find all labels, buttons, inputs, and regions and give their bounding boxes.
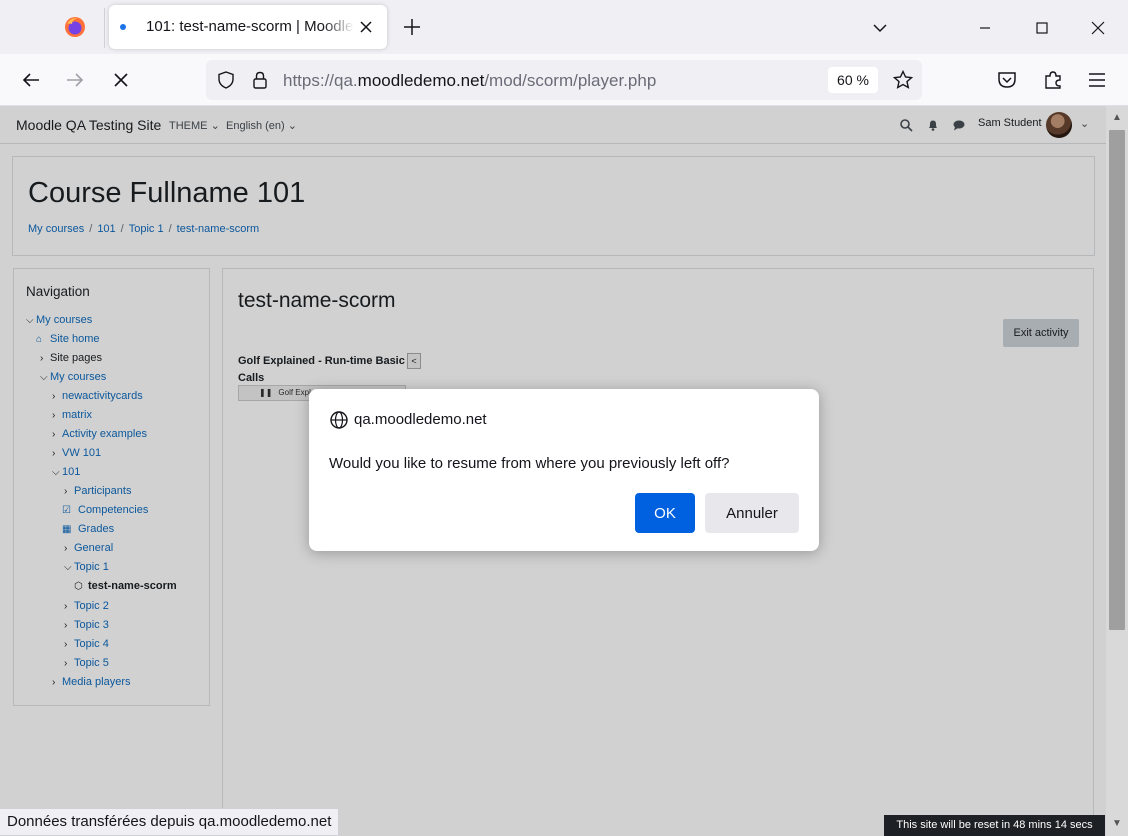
dialog-ok-button[interactable]: OK (635, 493, 695, 533)
bookmark-star-icon[interactable] (892, 69, 914, 91)
globe-icon (330, 411, 348, 429)
browser-tab-bar: 101: test-name-scorm | Moodle QA Testing… (0, 0, 1128, 54)
site-reset-notice: This site will be reset in 48 mins 14 se… (884, 815, 1105, 836)
url-path: /mod/scorm/player.php (484, 71, 657, 90)
tab-separator (104, 8, 105, 48)
back-arrow-icon[interactable] (18, 67, 44, 93)
new-tab-icon[interactable] (401, 16, 423, 38)
scroll-up-arrow-icon[interactable]: ▲ (1111, 112, 1123, 124)
url-domain: moodledemo.net (357, 71, 485, 90)
firefox-logo-icon[interactable] (64, 16, 86, 38)
hamburger-menu-icon[interactable] (1084, 67, 1110, 93)
url-prefix: https://qa. (283, 71, 358, 90)
forward-arrow-icon[interactable] (62, 67, 88, 93)
url-text[interactable]: https://qa.moodledemo.net/mod/scorm/play… (283, 71, 656, 91)
address-bar[interactable]: https://qa.moodledemo.net/mod/scorm/play… (206, 60, 922, 100)
minimize-window-icon[interactable] (971, 14, 999, 42)
loading-dot-icon (120, 24, 126, 30)
maximize-window-icon[interactable] (1028, 14, 1056, 42)
extensions-puzzle-icon[interactable] (1040, 67, 1066, 93)
tab-title: 101: test-name-scorm | Moodle QA Testing… (146, 18, 354, 35)
close-window-icon[interactable] (1084, 14, 1112, 42)
zoom-indicator[interactable]: 60 % (828, 67, 878, 93)
list-all-tabs-icon[interactable] (870, 18, 890, 38)
dialog-message: Would you like to resume from where you … (329, 455, 730, 472)
browser-toolbar: https://qa.moodledemo.net/mod/scorm/play… (0, 54, 1128, 106)
page-scrollbar[interactable]: ▲ ▼ (1106, 106, 1128, 836)
close-tab-icon[interactable] (357, 18, 375, 36)
browser-tab-active[interactable]: 101: test-name-scorm | Moodle QA Testing… (109, 5, 387, 49)
shield-icon[interactable] (215, 69, 237, 91)
scroll-thumb[interactable] (1109, 130, 1125, 630)
browser-status-bar: Données transférées depuis qa.moodledemo… (0, 808, 340, 836)
lock-icon[interactable] (249, 69, 271, 91)
dialog-cancel-button[interactable]: Annuler (705, 493, 799, 533)
resume-confirm-dialog: qa.moodledemo.net Would you like to resu… (309, 389, 819, 551)
dialog-origin: qa.moodledemo.net (354, 411, 487, 428)
pocket-icon[interactable] (994, 67, 1020, 93)
scroll-down-arrow-icon[interactable]: ▼ (1111, 818, 1123, 830)
stop-loading-icon[interactable] (108, 67, 134, 93)
